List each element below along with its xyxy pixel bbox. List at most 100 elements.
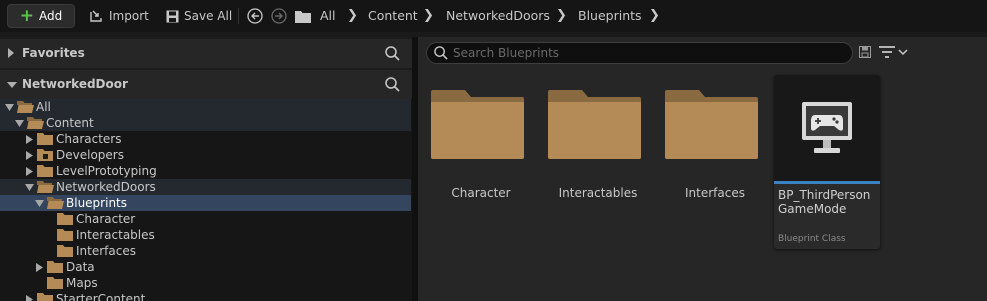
folder-tree: All Content Characters Developers LevelProto…: [0, 99, 412, 301]
tree-item-label: Developers: [56, 148, 124, 162]
asset-class: Blueprint Class: [778, 234, 846, 244]
tree-item-label: Content: [46, 116, 94, 130]
folder-tile[interactable]: Character: [431, 87, 531, 200]
add-button[interactable]: + Add: [7, 4, 75, 28]
folder-icon: [37, 165, 53, 177]
toolbar-divider: [238, 8, 239, 24]
forward-icon[interactable]: [271, 4, 287, 28]
tree-item-label: LevelPrototyping: [56, 164, 157, 178]
folder-icon: [37, 133, 53, 145]
chevron-right-icon[interactable]: ❯: [556, 0, 567, 32]
project-label: NetworkedDoor: [22, 77, 128, 91]
save-all-label: Save All: [184, 9, 233, 23]
folder-icon: [57, 245, 73, 257]
tree-item-label: Blueprints: [66, 196, 128, 210]
tree-item[interactable]: Maps: [0, 275, 411, 291]
import-button-label: Import: [109, 9, 149, 23]
tree-item-label: Characters: [56, 132, 122, 146]
folder-open-icon: [17, 101, 34, 113]
folder-open-icon: [37, 181, 54, 193]
tree-item-label: Character: [76, 212, 136, 226]
asset-thumbnail: [774, 75, 880, 181]
search-icon[interactable]: [385, 77, 400, 92]
plus-icon: +: [19, 5, 34, 26]
expand-arrow-icon[interactable]: [25, 295, 34, 301]
save-icon: [166, 10, 179, 23]
folder-icon: [431, 90, 524, 159]
collapse-arrow-icon[interactable]: [25, 183, 34, 192]
add-button-label: Add: [39, 9, 63, 23]
collapse-arrow-icon[interactable]: [15, 119, 24, 128]
expand-arrow-icon[interactable]: [25, 151, 34, 160]
tree-item[interactable]: Characters: [0, 131, 411, 147]
tree-item[interactable]: Blueprints: [0, 195, 411, 211]
tree-item[interactable]: Interfaces: [0, 243, 411, 259]
folder-open-icon: [27, 117, 44, 129]
asset-view: Character Interactables Interfaces BP_Thir…: [418, 37, 987, 301]
folder-icon: [47, 277, 63, 289]
tree-item[interactable]: Character: [0, 211, 411, 227]
collapse-arrow-icon[interactable]: [5, 103, 14, 112]
save-search-icon[interactable]: [859, 46, 871, 58]
expand-arrow-icon[interactable]: [25, 167, 34, 176]
asset-name-text: BP_ThirdPerson GameMode: [778, 188, 871, 216]
tree-item[interactable]: Data: [0, 259, 411, 275]
collapse-arrow-icon[interactable]: [35, 199, 44, 208]
project-header[interactable]: NetworkedDoor: [0, 70, 412, 99]
tree-item-label: Maps: [66, 276, 98, 290]
breadcrumb-all[interactable]: All: [320, 0, 336, 32]
chevron-right-icon[interactable]: ❯: [423, 0, 434, 32]
search-icon[interactable]: [385, 46, 400, 61]
folder-open-icon: [47, 197, 64, 209]
folder-icon: [47, 261, 63, 273]
asset-tile[interactable]: BP_ThirdPerson GameMode Blueprint Class: [774, 75, 880, 249]
search-input[interactable]: [453, 44, 843, 62]
search-bar: [426, 42, 853, 64]
chevron-right-icon[interactable]: ❯: [347, 0, 358, 32]
tree-item[interactable]: LevelPrototyping: [0, 163, 411, 179]
back-icon[interactable]: [247, 4, 263, 28]
save-all-button[interactable]: Save All: [166, 4, 232, 28]
folder-icon: [57, 213, 73, 225]
breadcrumb-blueprints[interactable]: Blueprints: [578, 0, 642, 32]
tree-item[interactable]: StarterContent: [0, 291, 411, 301]
favorites-header[interactable]: Favorites: [0, 39, 412, 68]
collapse-arrow-icon[interactable]: [7, 81, 17, 89]
tree-item-label: Interfaces: [76, 244, 136, 258]
tree-item-label: All: [36, 100, 51, 114]
breadcrumb-content[interactable]: Content: [368, 0, 418, 32]
tree-item-label: Interactables: [76, 228, 155, 242]
folder-tile[interactable]: Interfaces: [665, 87, 765, 200]
folder-icon: [548, 90, 641, 159]
tree-item-label: NetworkedDoors: [56, 180, 156, 194]
chevron-right-icon[interactable]: ❯: [649, 0, 660, 32]
tree-item-label: Data: [66, 260, 95, 274]
folder-tile-label: Interfaces: [685, 186, 745, 200]
expand-arrow-icon[interactable]: [7, 48, 15, 58]
expand-arrow-icon[interactable]: [25, 135, 34, 144]
tree-item[interactable]: Developers: [0, 147, 411, 163]
expand-arrow-icon[interactable]: [35, 263, 44, 272]
import-button[interactable]: Import: [89, 4, 149, 28]
sources-panel: Favorites NetworkedDoor All Content Charac…: [0, 37, 412, 301]
tree-item[interactable]: Interactables: [0, 227, 411, 243]
import-icon: [89, 9, 103, 23]
folder-icon: [37, 293, 53, 301]
folder-icon: [37, 149, 53, 161]
filter-icon[interactable]: [879, 46, 909, 59]
folder-icon[interactable]: [295, 4, 311, 28]
tree-item[interactable]: NetworkedDoors: [0, 179, 411, 195]
favorites-label: Favorites: [22, 46, 85, 60]
gamepad-monitor-icon: [802, 102, 852, 153]
asset-type-bar: [774, 181, 880, 184]
tree-item[interactable]: Content: [0, 115, 411, 131]
tree-item[interactable]: All: [0, 99, 411, 115]
folder-tile-label: Interactables: [558, 186, 638, 200]
tree-item-label: StarterContent: [56, 292, 146, 301]
breadcrumb-networkeddoors[interactable]: NetworkedDoors: [446, 0, 550, 32]
folder-tile-label: Character: [451, 186, 511, 200]
toolbar: + Add Import Save All All ❯ Content ❯ Ne…: [0, 0, 987, 32]
asset-name: BP_ThirdPerson GameMode: [778, 188, 878, 216]
folder-icon: [665, 90, 758, 159]
folder-tile[interactable]: Interactables: [548, 87, 648, 200]
